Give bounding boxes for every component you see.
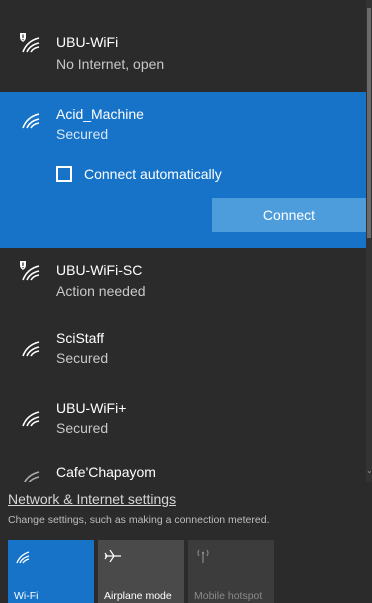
mobile-hotspot-tile[interactable]: Mobile hotspot — [188, 540, 274, 603]
network-item-scistaff[interactable]: SciStaff Secured — [0, 320, 366, 380]
network-item-ubu-wifi[interactable]: UBU-WiFi No Internet, open — [0, 22, 366, 78]
connect-button[interactable]: Connect — [212, 198, 366, 232]
network-name: SciStaff — [56, 330, 104, 346]
wifi-icon — [23, 471, 40, 482]
network-status: No Internet, open — [56, 56, 165, 72]
network-item-ubu-wifi-sc[interactable]: UBU-WiFi-SC Action needed — [0, 252, 366, 308]
network-status: Secured — [56, 420, 109, 436]
network-name: UBU-WiFi-SC — [56, 262, 143, 278]
wifi-icon — [22, 411, 40, 427]
network-list: UBU-WiFi No Internet, open Acid_Machine … — [0, 0, 366, 482]
network-status: Secured — [56, 350, 109, 366]
wifi-icon — [22, 113, 40, 129]
network-status: Secured — [56, 126, 109, 142]
network-settings-description: Change settings, such as making a connec… — [8, 514, 270, 526]
network-item-cafe-chapayom[interactable]: Cafe'Chapayom — [0, 458, 366, 482]
network-item-ubu-wifi-plus[interactable]: UBU-WiFi+ Secured — [0, 390, 366, 450]
network-flyout: UBU-WiFi No Internet, open Acid_Machine … — [0, 0, 372, 603]
hotspot-icon — [197, 549, 209, 563]
network-name: Cafe'Chapayom — [56, 464, 156, 480]
network-settings-link[interactable]: Network & Internet settings — [8, 491, 176, 507]
network-name: UBU-WiFi — [56, 34, 119, 50]
connect-automatically-option[interactable]: Connect automatically — [56, 164, 222, 184]
scrollbar-thumb[interactable] — [367, 8, 371, 238]
network-name: UBU-WiFi+ — [56, 400, 127, 416]
network-name: Acid_Machine — [56, 106, 144, 122]
wifi-icon — [16, 551, 30, 564]
network-status: Action needed — [56, 283, 146, 299]
airplane-icon — [104, 549, 121, 563]
connect-automatically-checkbox[interactable] — [56, 166, 72, 182]
tile-label: Wi-Fi — [14, 590, 39, 602]
tile-label: Airplane mode — [104, 590, 172, 602]
wifi-warning-icon — [20, 33, 40, 53]
scroll-down-arrow-icon[interactable]: ⌄ — [366, 466, 372, 476]
connect-automatically-label: Connect automatically — [84, 166, 222, 182]
wifi-icon — [22, 341, 40, 357]
wifi-toggle-tile[interactable]: Wi-Fi — [8, 540, 94, 603]
airplane-mode-tile[interactable]: Airplane mode — [98, 540, 184, 603]
tile-label: Mobile hotspot — [194, 590, 263, 602]
scrollbar[interactable]: ⌄ — [366, 0, 372, 482]
wifi-warning-icon — [20, 261, 40, 281]
